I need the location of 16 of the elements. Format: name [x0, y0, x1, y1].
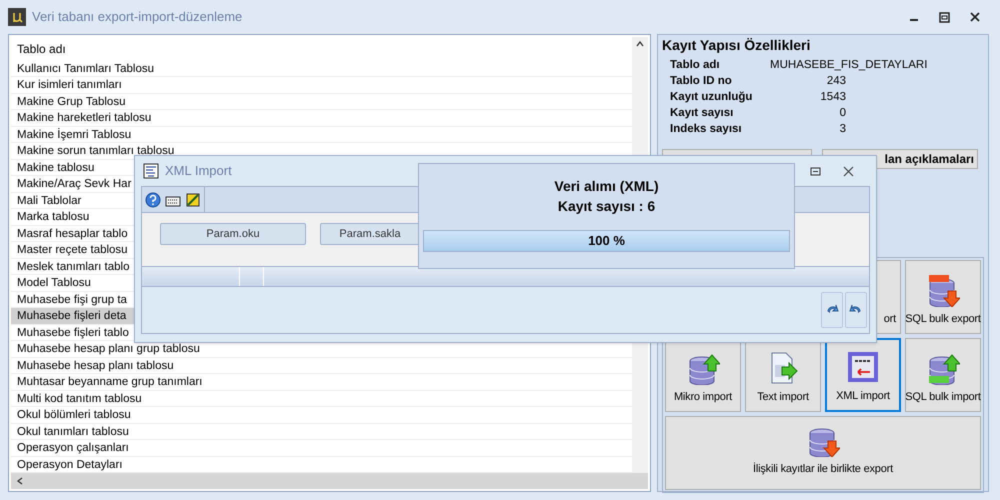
field-label: Kayıt uzunluğu [670, 90, 754, 105]
window-title: Veri tabanı export-import-düzenleme [32, 8, 242, 26]
progress-reading: 100 % [587, 232, 626, 250]
field-value: 0 [838, 106, 846, 121]
record-count: Kayıt sayısı : 6 [558, 197, 656, 216]
field-value: MUHASEBE_FIS_DETAYLARI [770, 58, 928, 73]
field-label: Tablo ID no [670, 74, 733, 89]
field-value: 243 [826, 74, 846, 89]
field-label: Tablo adı [670, 58, 721, 73]
field-value: 3 [838, 122, 846, 137]
field-label: Kayıt sayısı [670, 106, 734, 121]
panel-title: Kayıt Yapısı Özellikleri [662, 36, 812, 55]
field-label: Indeks sayısı [670, 122, 743, 137]
dialog-title: XML Import [165, 162, 232, 180]
field-value: 1543 [819, 90, 846, 105]
progress-title: Veri alımı (XML) [554, 177, 659, 196]
